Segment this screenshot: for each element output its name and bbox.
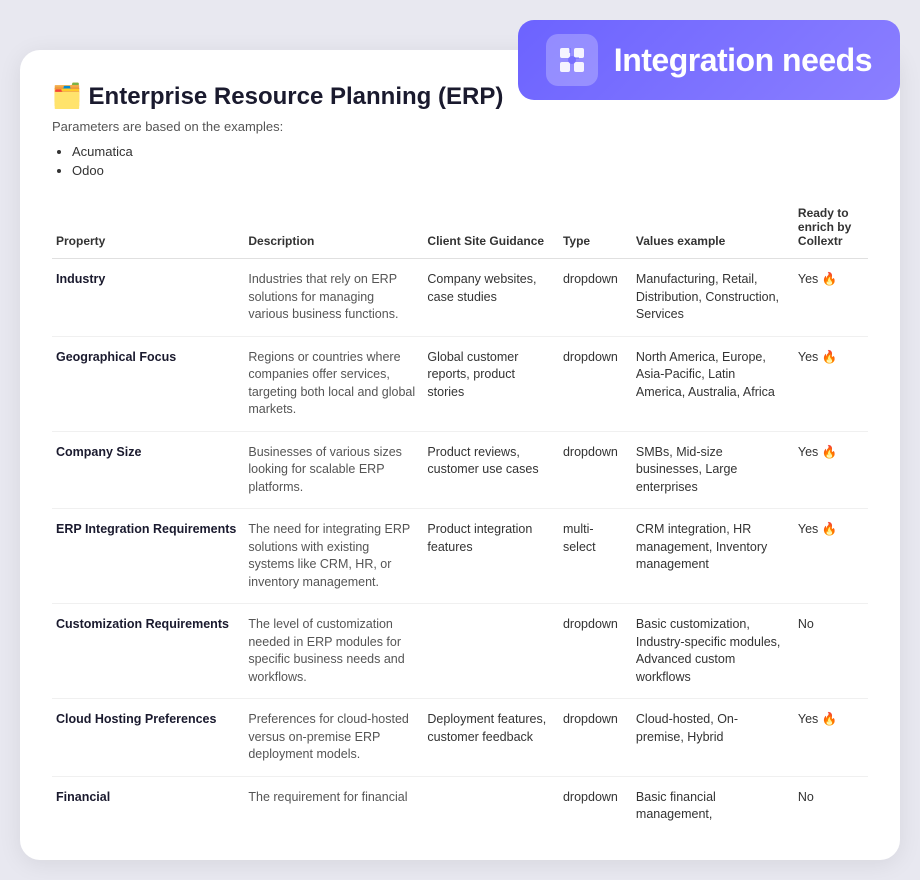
cell-guidance: Deployment features, customer feedback <box>423 699 559 777</box>
cell-ready: Yes 🔥 <box>794 259 868 337</box>
table-body: IndustryIndustries that rely on ERP solu… <box>52 259 868 836</box>
cell-values: North America, Europe, Asia-Pacific, Lat… <box>632 336 794 431</box>
cell-property: Customization Requirements <box>52 604 244 699</box>
header-banner: Integration needs <box>518 20 900 100</box>
cell-type: dropdown <box>559 776 632 836</box>
col-header-values: Values example <box>632 198 794 259</box>
cell-property: Company Size <box>52 431 244 509</box>
cell-description: The level of customization needed in ERP… <box>244 604 423 699</box>
table-row: Customization RequirementsThe level of c… <box>52 604 868 699</box>
cell-values: Basic financial management, <box>632 776 794 836</box>
table-row: ERP Integration RequirementsThe need for… <box>52 509 868 604</box>
cell-ready: Yes 🔥 <box>794 509 868 604</box>
cell-description: Regions or countries where companies off… <box>244 336 423 431</box>
example-item: Acumatica <box>72 144 868 159</box>
col-header-ready: Ready to enrich by Collextr <box>794 198 868 259</box>
cell-guidance <box>423 604 559 699</box>
properties-table: PropertyDescriptionClient Site GuidanceT… <box>52 198 868 836</box>
cell-type: dropdown <box>559 604 632 699</box>
col-header-description: Description <box>244 198 423 259</box>
cell-type: dropdown <box>559 259 632 337</box>
cell-property: Geographical Focus <box>52 336 244 431</box>
cell-guidance: Product reviews, customer use cases <box>423 431 559 509</box>
col-header-property: Property <box>52 198 244 259</box>
cell-description: Preferences for cloud-hosted versus on-p… <box>244 699 423 777</box>
cell-property: Financial <box>52 776 244 836</box>
cell-type: dropdown <box>559 431 632 509</box>
table-header: PropertyDescriptionClient Site GuidanceT… <box>52 198 868 259</box>
cell-ready: Yes 🔥 <box>794 431 868 509</box>
cell-type: dropdown <box>559 699 632 777</box>
cell-type: dropdown <box>559 336 632 431</box>
table-row: IndustryIndustries that rely on ERP solu… <box>52 259 868 337</box>
cell-ready: Yes 🔥 <box>794 699 868 777</box>
col-header-type: Type <box>559 198 632 259</box>
cell-guidance: Product integration features <box>423 509 559 604</box>
cell-guidance <box>423 776 559 836</box>
integration-icon <box>556 44 588 76</box>
table-row: Cloud Hosting PreferencesPreferences for… <box>52 699 868 777</box>
cell-values: SMBs, Mid-size businesses, Large enterpr… <box>632 431 794 509</box>
table-row: Company SizeBusinesses of various sizes … <box>52 431 868 509</box>
header-icon-container <box>546 34 598 86</box>
table-header-row: PropertyDescriptionClient Site GuidanceT… <box>52 198 868 259</box>
cell-property: Industry <box>52 259 244 337</box>
cell-guidance: Company websites, case studies <box>423 259 559 337</box>
table-row: Geographical FocusRegions or countries w… <box>52 336 868 431</box>
cell-ready: No <box>794 604 868 699</box>
table-row: FinancialThe requirement for financial dr… <box>52 776 868 836</box>
example-item: Odoo <box>72 163 868 178</box>
cell-ready: No <box>794 776 868 836</box>
cell-property: ERP Integration Requirements <box>52 509 244 604</box>
examples-list: Acumatica Odoo <box>72 144 868 178</box>
cell-description: Industries that rely on ERP solutions fo… <box>244 259 423 337</box>
cell-ready: Yes 🔥 <box>794 336 868 431</box>
section-subtitle: Parameters are based on the examples: <box>52 119 868 134</box>
header-title: Integration needs <box>614 42 872 79</box>
cell-description: Businesses of various sizes looking for … <box>244 431 423 509</box>
cell-values: Manufacturing, Retail, Distribution, Con… <box>632 259 794 337</box>
page-wrapper: Integration needs 🗂️ Enterprise Resource… <box>20 20 900 860</box>
cell-values: Basic customization, Industry-specific m… <box>632 604 794 699</box>
cell-property: Cloud Hosting Preferences <box>52 699 244 777</box>
main-card: 🗂️ Enterprise Resource Planning (ERP) Pa… <box>20 50 900 860</box>
cell-values: Cloud-hosted, On-premise, Hybrid <box>632 699 794 777</box>
col-header-guidance: Client Site Guidance <box>423 198 559 259</box>
cell-type: multi-select <box>559 509 632 604</box>
cell-values: CRM integration, HR management, Inventor… <box>632 509 794 604</box>
cell-guidance: Global customer reports, product stories <box>423 336 559 431</box>
cell-description: The requirement for financial <box>244 776 423 836</box>
cell-description: The need for integrating ERP solutions w… <box>244 509 423 604</box>
